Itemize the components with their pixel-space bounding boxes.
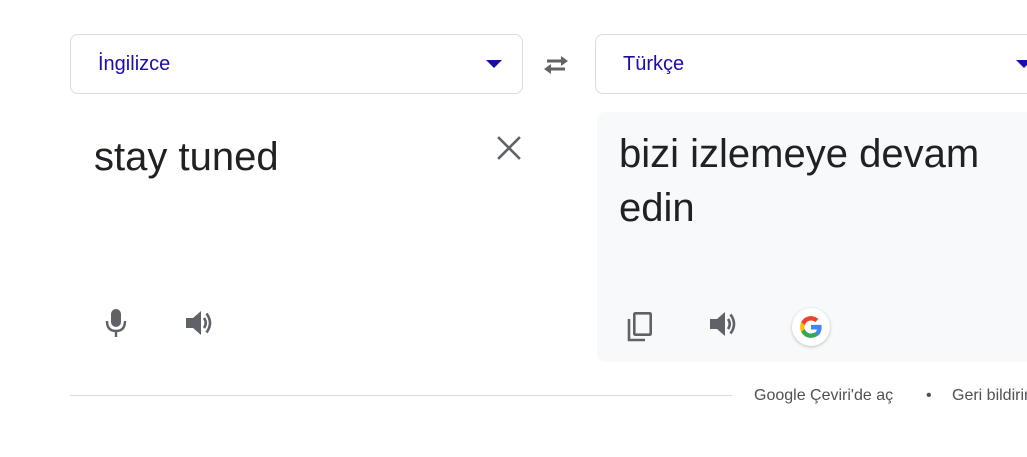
swap-arrows-icon: [544, 56, 568, 74]
caret-down-icon: [1016, 60, 1027, 68]
target-language-select[interactable]: Türkçe: [595, 34, 1027, 94]
close-icon: [497, 136, 521, 160]
source-panel: stay tuned: [70, 112, 540, 362]
caret-down-icon: [486, 60, 502, 68]
target-language-label: Türkçe: [623, 52, 685, 75]
source-language-select[interactable]: İngilizce: [70, 34, 523, 94]
source-language-label: İngilizce: [98, 52, 171, 75]
google-search-button[interactable]: [792, 308, 830, 346]
swap-languages-button[interactable]: [536, 48, 576, 82]
source-text-input[interactable]: stay tuned: [94, 130, 279, 184]
translate-widget: İngilizce Türkçe stay tuned bizi izlemey…: [0, 0, 1027, 457]
google-logo-icon: [800, 316, 822, 338]
copy-translation-button[interactable]: [620, 307, 660, 347]
clear-source-button[interactable]: [493, 132, 525, 164]
translation-text: bizi izlemeye devam edin: [619, 132, 980, 230]
open-in-translate-link[interactable]: Google Çeviri'de aç: [754, 386, 893, 406]
footer-divider: [70, 395, 732, 396]
listen-source-button[interactable]: [180, 303, 220, 343]
voice-input-button[interactable]: [96, 303, 136, 343]
translation-panel: bizi izlemeye devam edin: [597, 112, 1027, 362]
speaker-icon: [186, 311, 212, 335]
feedback-link[interactable]: Geri bildirim: [952, 386, 1027, 406]
footer-separator: •: [926, 387, 932, 404]
speaker-icon: [710, 312, 736, 336]
microphone-icon: [105, 309, 127, 337]
copy-icon: [627, 311, 652, 342]
listen-translation-button[interactable]: [704, 304, 744, 344]
